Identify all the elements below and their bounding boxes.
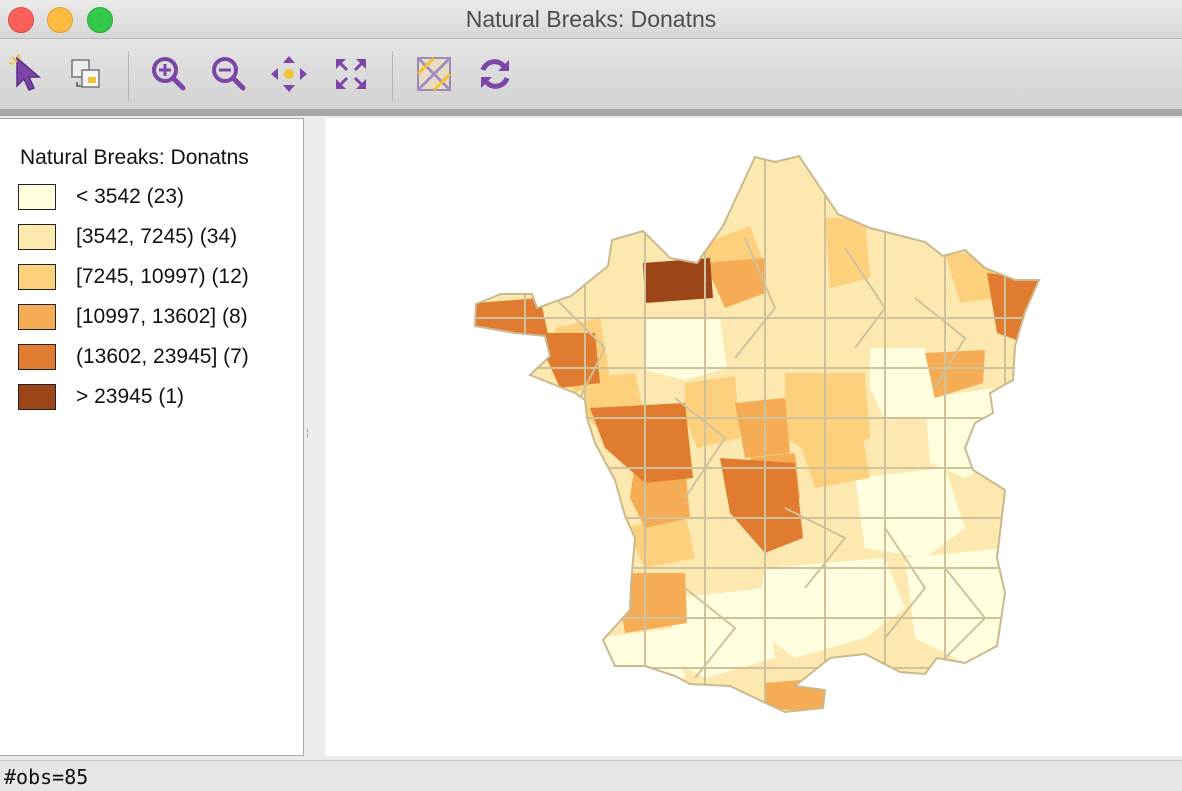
legend-swatch [18,264,56,290]
basemap-icon [416,56,452,92]
legend-label: (13602, 23945] (7) [76,345,249,368]
zoom-in-button[interactable] [148,53,190,95]
splitter-grip-icon: ⁞ [306,428,310,440]
legend-swatch [18,184,56,210]
toolbar [0,39,1182,110]
legend-swatch [18,344,56,370]
legend-panel: Natural Breaks: Donatns < 3542 (23) [354… [0,118,304,756]
legend-label: [10997, 13602] (8) [76,305,248,328]
legend-item[interactable]: > 23945 (1) [18,382,184,412]
toolbar-separator [392,51,393,101]
legend-label: < 3542 (23) [76,185,184,208]
legend-label: > 23945 (1) [76,385,184,408]
zoom-out-button[interactable] [208,53,250,95]
legend-item[interactable]: [7245, 10997) (12) [18,262,249,292]
fit-extent-button[interactable] [330,53,372,95]
legend-swatch [18,304,56,330]
select-tool-button[interactable] [6,53,48,95]
legend-item[interactable]: < 3542 (23) [18,182,184,212]
legend-label: [7245, 10997) (12) [76,265,249,288]
legend-title: Natural Breaks: Donatns [20,146,249,169]
toolbar-separator [128,51,129,101]
basemap-button[interactable] [413,53,455,95]
pan-arrows-icon [271,56,307,92]
refresh-icon [480,59,510,89]
refresh-button[interactable] [474,53,516,95]
zoom-in-icon [152,57,186,91]
window-title: Natural Breaks: Donatns [465,6,717,32]
zoom-out-icon [212,57,246,91]
legend-item[interactable]: [3542, 7245) (34) [18,222,237,252]
legend-item[interactable]: [10997, 13602] (8) [18,302,248,332]
legend-item[interactable]: (13602, 23945] (7) [18,342,249,372]
legend-swatch [18,224,56,250]
pan-button[interactable] [268,53,310,95]
copy-selection-button[interactable] [65,53,107,95]
france-choropleth [473,154,1041,714]
map-canvas[interactable] [325,118,1182,756]
legend-label: [3542, 7245) (34) [76,225,238,248]
pointer-icon [9,54,42,91]
legend-swatch [18,384,56,410]
copy-image-icon [71,59,100,88]
title-bar: Natural Breaks: Donatns [0,0,1182,39]
status-bar: #obs=85 [0,760,1182,791]
toolbar-bottom-strip [0,110,1182,116]
fit-extent-icon [336,59,366,89]
observation-count: #obs=85 [4,765,89,789]
